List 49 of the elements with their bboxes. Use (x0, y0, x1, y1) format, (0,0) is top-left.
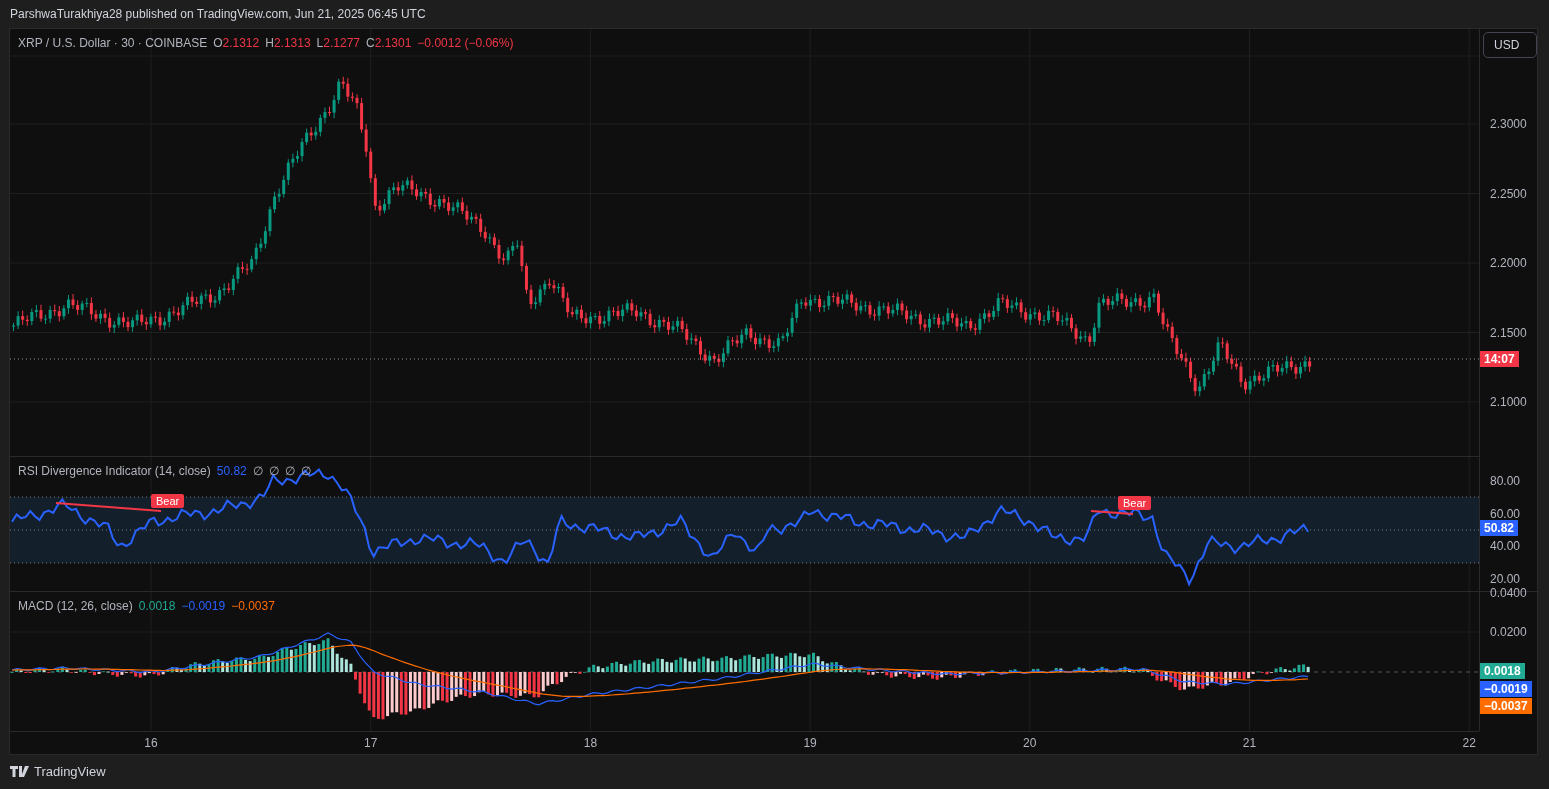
rsi-axis-label: 80.00 (1490, 473, 1521, 489)
ohlc-value: 2.1301 (374, 36, 412, 50)
empty-value: ∅ (268, 464, 279, 478)
macd-value-label: −0.0019 (1480, 680, 1532, 697)
price-axis-label: 2.2000 (1490, 255, 1527, 271)
time-axis-label: 22 (1462, 736, 1476, 750)
indicator-title: MACD (12, 26, close) (18, 599, 133, 613)
countdown-label: 14:07 (1480, 351, 1519, 367)
price-axis-label: 2.2500 (1490, 185, 1527, 202)
publish-info: ParshwaTurakhiya28 published on TradingView.com, Jun 21, 2025 06:45 UTC (9, 6, 427, 23)
rsi-value-label: 50.82 (1480, 520, 1519, 536)
empty-value: ∅ (284, 464, 295, 478)
macd-value-label: 0.0018 (1480, 663, 1525, 679)
currency-button[interactable]: USD (1483, 32, 1537, 58)
ohlc-label: H (265, 36, 274, 50)
time-axis-label: 19 (803, 736, 817, 750)
ohlc-value: 2.1313 (273, 36, 311, 50)
time-axis-label: 16 (144, 736, 158, 750)
divergence-line (1090, 510, 1134, 515)
ohlc-label: L (316, 36, 324, 50)
time-axis-label: 17 (364, 736, 378, 750)
price-axis-label: 2.1500 (1490, 324, 1527, 341)
time-axis-label: 21 (1242, 736, 1257, 750)
ohlc-label: C (366, 36, 375, 50)
macd-value-label: −0.0037 (1480, 698, 1532, 714)
macd-value: 0.0018 (138, 599, 176, 613)
empty-value: ∅ (252, 464, 263, 478)
rsi-value: 50.82 (216, 464, 247, 478)
indicator-title: RSI Divergence Indicator (14, close) (18, 464, 211, 478)
rsi-axis-label: 40.00 (1490, 538, 1521, 555)
ohlc-value: 2.1277 (323, 36, 360, 50)
macd-value: −0.0037 (231, 599, 275, 613)
rsi-axis-label: 20.00 (1490, 571, 1521, 588)
symbol-title: XRP / U.S. Dollar · 30 · COINBASE (18, 36, 208, 50)
logo-icon (10, 766, 30, 777)
macd-value: −0.0019 (181, 599, 226, 613)
price-axis-label: 2.3000 (1490, 116, 1527, 132)
price-axis-label: 2.1000 (1490, 394, 1527, 410)
time-axis-label: 20 (1023, 736, 1037, 750)
time-axis-label: 18 (583, 736, 598, 750)
bear-signal-label: Bear (1118, 496, 1152, 510)
ohlc-value: 2.1312 (222, 36, 260, 50)
bear-signal-label: Bear (151, 494, 185, 508)
brand-name: TradingView (34, 764, 106, 779)
macd-axis-label: 0.0200 (1490, 624, 1527, 640)
price-change: −0.0012 (−0.06%) (417, 36, 514, 50)
ohlc-label: O (213, 36, 223, 50)
macd-axis-label: 0.0400 (1490, 585, 1527, 601)
rsi-axis-label: 60.00 (1490, 505, 1521, 522)
